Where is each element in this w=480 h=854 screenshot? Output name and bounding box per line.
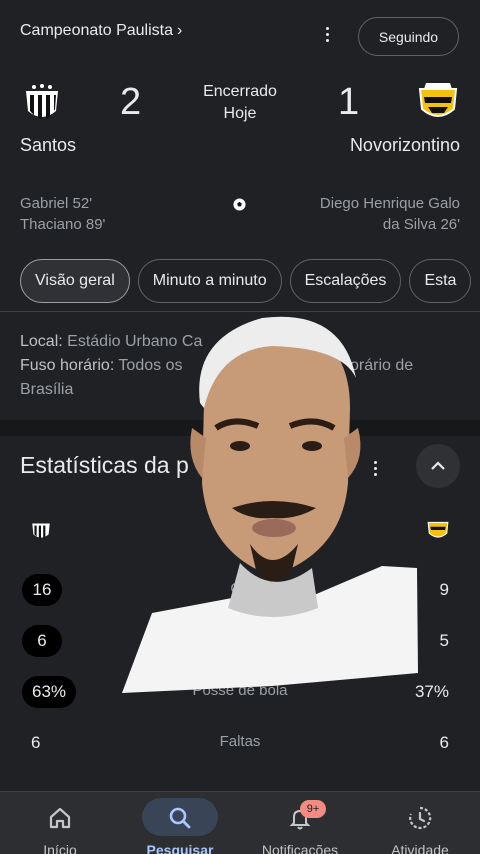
competition-link[interactable]: Campeonato Paulista › <box>20 22 182 40</box>
person-sticker-overlay <box>122 316 418 693</box>
timezone-label: Fuso horário: <box>20 357 115 374</box>
status-date: Hoje <box>223 105 257 122</box>
scoreboard: 2 Encerrado Hoje 1 Santos Novorizontino <box>0 75 480 165</box>
home-stat-value: 63% <box>22 676 77 708</box>
activity-icon <box>409 806 432 830</box>
away-stat-value: 5 <box>439 631 449 650</box>
away-score: 1 <box>338 81 360 123</box>
scorer: Gabriel 52' <box>20 195 93 212</box>
away-stat-value: 6 <box>439 733 449 752</box>
stat-row: 6 Faltas 6 <box>0 723 480 763</box>
away-stat-value: 37% <box>414 682 449 701</box>
chevron-up-icon <box>431 461 445 470</box>
home-score: 2 <box>120 81 142 123</box>
home-stat-value: 6 <box>22 625 62 657</box>
match-header: Campeonato Paulista › Seguindo <box>0 0 480 70</box>
status-text: Encerrado <box>203 83 277 100</box>
santos-crest-icon <box>26 84 58 119</box>
competition-name: Campeonato Paulista <box>20 22 173 39</box>
tab-minute-by-minute[interactable]: Minuto a minuto <box>137 259 282 303</box>
nav-label: Pesquisar <box>146 842 214 854</box>
match-tabs: Visão geral Minuto a minuto Escalações E… <box>20 259 472 303</box>
chevron-right-icon: › <box>176 22 183 39</box>
tab-stats[interactable]: Esta <box>409 259 472 303</box>
follow-button[interactable]: Seguindo <box>358 17 459 56</box>
more-options-icon[interactable] <box>318 22 336 46</box>
away-scorers: Diego Henrique Galo da Silva 26' <box>320 193 460 235</box>
search-icon <box>169 807 191 829</box>
nav-label: Início <box>43 842 77 854</box>
home-team-name[interactable]: Santos <box>20 135 76 156</box>
scorer: Thaciano 89' <box>20 216 106 233</box>
nav-label: Notificações <box>261 842 339 854</box>
novorizontino-crest-icon <box>418 83 458 117</box>
away-team-name[interactable]: Novorizontino <box>350 135 460 156</box>
notification-badge: 9+ <box>300 800 326 818</box>
venue-label: Local: <box>20 333 63 350</box>
soccer-ball-icon <box>233 198 246 211</box>
home-scorers: Gabriel 52' Thaciano 89' <box>20 193 105 235</box>
match-status: Encerrado Hoje <box>190 81 290 125</box>
away-stat-value: 9 <box>439 580 449 599</box>
nav-label: Atividade <box>391 842 449 854</box>
tab-lineups[interactable]: Escalações <box>289 259 402 303</box>
nav-notifications[interactable]: Notificações <box>240 792 360 854</box>
bottom-navigation: Início Pesquisar Notificações Atividade <box>0 792 480 854</box>
goal-scorers: Gabriel 52' Thaciano 89' Diego Henrique … <box>0 193 480 243</box>
nav-home[interactable]: Início <box>0 792 120 854</box>
nav-search[interactable]: Pesquisar <box>120 792 240 854</box>
home-stat-value: 6 <box>31 733 41 752</box>
santos-mini-crest-icon <box>32 523 50 539</box>
scorer: Diego Henrique Galo <box>319 195 460 212</box>
nav-activity[interactable]: Atividade <box>360 792 480 854</box>
novorizontino-mini-crest-icon <box>427 521 449 538</box>
home-icon <box>49 807 71 829</box>
scorer: da Silva 26' <box>382 216 460 233</box>
collapse-button[interactable] <box>416 444 460 488</box>
tab-overview[interactable]: Visão geral <box>20 259 130 303</box>
home-stat-value: 16 <box>22 574 62 606</box>
stat-name: Faltas <box>219 733 261 750</box>
